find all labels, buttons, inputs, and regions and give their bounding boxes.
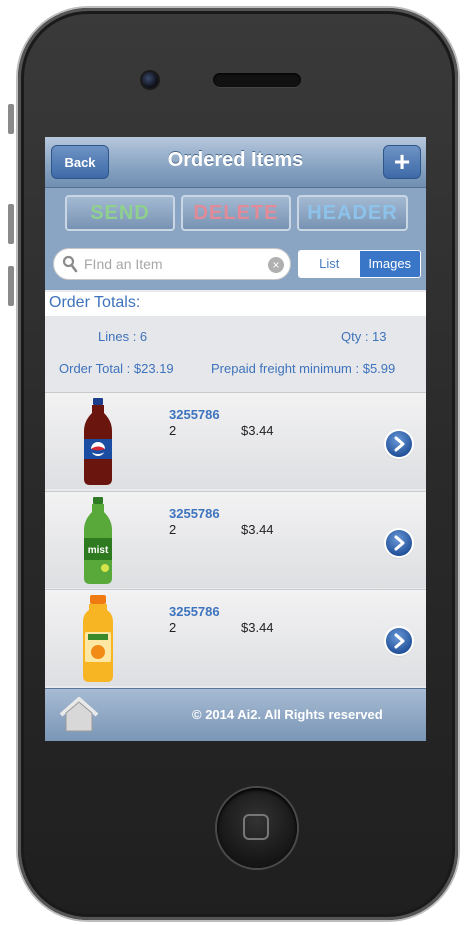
copyright-text: © 2014 Ai2. All Rights reserved (192, 707, 383, 722)
images-view-tab[interactable]: Images (359, 251, 420, 277)
chevron-right-icon[interactable] (386, 431, 412, 457)
item-code: 3255786 (169, 407, 220, 422)
freight-minimum: Prepaid freight minimum : $5.99 (211, 361, 396, 376)
clear-icon[interactable]: × (268, 257, 284, 273)
lines-count: Lines : 6 (98, 329, 148, 344)
silent-switch (8, 104, 14, 134)
cola-bottle-icon (84, 398, 112, 485)
front-camera (142, 72, 158, 88)
header-button[interactable]: HEADER (297, 195, 408, 231)
volume-down-button (8, 266, 14, 306)
search-field[interactable]: × (53, 248, 291, 280)
lemon-lime-bottle-icon: mist (84, 497, 112, 584)
send-button[interactable]: SEND (65, 195, 175, 231)
action-toolbar: SEND DELETE HEADER (45, 188, 426, 238)
item-quantity: 2 (169, 522, 177, 537)
footer-bar: © 2014 Ai2. All Rights reserved (45, 688, 426, 741)
chevron-right-icon[interactable] (386, 628, 412, 654)
earpiece-speaker (213, 73, 301, 87)
orange-juice-bottle-icon (83, 595, 113, 682)
chevron-right-icon[interactable] (386, 530, 412, 556)
item-code: 3255786 (169, 604, 220, 619)
item-quantity: 2 (169, 423, 177, 438)
app-screen: Back Ordered Items + SEND DELETE HEADER … (45, 137, 426, 741)
view-toggle: List Images (298, 250, 421, 278)
back-button[interactable]: Back (51, 145, 109, 179)
search-bar: × List Images (45, 238, 426, 290)
home-button[interactable] (217, 788, 297, 868)
item-price: $3.44 (241, 423, 274, 438)
list-item[interactable]: 3255786 2 $3.44 (45, 392, 426, 489)
qty-count: Qty : 13 (341, 329, 387, 344)
search-input[interactable] (84, 253, 264, 275)
item-price: $3.44 (241, 522, 274, 537)
home-square-icon (243, 814, 269, 840)
add-button[interactable]: + (383, 145, 421, 179)
list-view-tab[interactable]: List (299, 251, 360, 277)
totals-header: Order Totals: (45, 292, 426, 316)
svg-text:mist: mist (88, 545, 109, 556)
delete-button[interactable]: DELETE (181, 195, 291, 231)
order-total: Order Total : $23.19 (59, 361, 174, 376)
list-item[interactable]: mist 3255786 2 $3.44 (45, 491, 426, 588)
item-price: $3.44 (241, 620, 274, 635)
totals-title: Order Totals: (49, 294, 141, 311)
item-code: 3255786 (169, 506, 220, 521)
search-icon (62, 255, 78, 273)
page-title: Ordered Items (167, 149, 304, 171)
list-item[interactable]: 3255786 2 $3.44 (45, 589, 426, 686)
totals-summary: Lines : 6 Qty : 13 Order Total : $23.19 … (45, 316, 426, 392)
home-icon[interactable] (57, 696, 101, 734)
item-quantity: 2 (169, 620, 177, 635)
nav-bar: Back Ordered Items + (45, 137, 426, 188)
volume-up-button (8, 204, 14, 244)
